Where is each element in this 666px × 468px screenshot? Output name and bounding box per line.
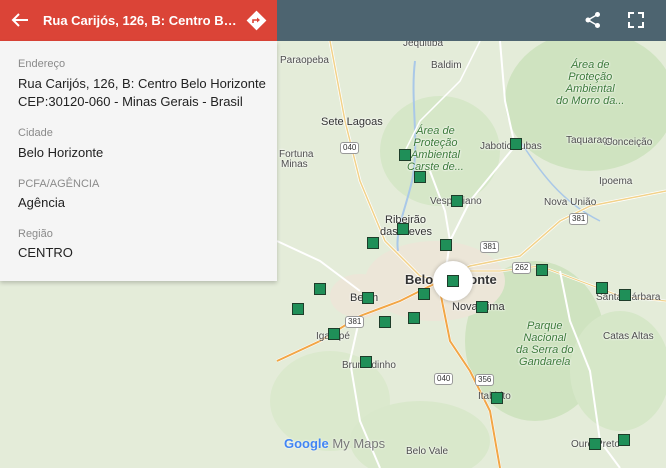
city-label: Cidade <box>18 127 53 139</box>
map-toolbar <box>277 0 666 41</box>
google-logo: Google <box>284 436 329 451</box>
type-value: Agência <box>18 195 65 210</box>
region-value: CENTRO <box>18 245 73 260</box>
road-sign: 262 <box>512 262 532 274</box>
place-label: Baldim <box>431 60 462 71</box>
map-marker[interactable] <box>440 239 452 251</box>
details-panel: Rua Carijós, 126, B: Centro Belo Horizon… <box>0 0 277 468</box>
road-sign: 381 <box>569 213 589 225</box>
road-sign: 040 <box>434 373 454 385</box>
place-label: Jequitibá <box>403 41 444 49</box>
region-label: Região <box>18 228 53 240</box>
map-marker[interactable] <box>362 292 374 304</box>
map-marker[interactable] <box>414 171 426 183</box>
map-marker[interactable] <box>360 356 372 368</box>
park-label: Parque Nacional da Serra do Gandarela <box>516 320 574 368</box>
map-marker[interactable] <box>397 223 409 235</box>
map-marker[interactable] <box>292 303 304 315</box>
map-marker[interactable] <box>596 282 608 294</box>
share-icon[interactable] <box>583 10 603 30</box>
map-marker[interactable] <box>619 289 631 301</box>
map-marker[interactable] <box>399 149 411 161</box>
map-marker[interactable] <box>618 434 630 446</box>
map-marker[interactable] <box>510 138 522 150</box>
map-marker-selected[interactable] <box>447 275 459 287</box>
place-label: Ipoema <box>599 176 633 187</box>
address-line-1: Rua Carijós, 126, B: Centro Belo Horizon… <box>18 76 266 91</box>
map-marker[interactable] <box>328 328 340 340</box>
map-marker[interactable] <box>367 237 379 249</box>
map-marker[interactable] <box>536 264 548 276</box>
arrow-back-icon[interactable] <box>10 10 30 30</box>
park-label: Área de Proteção Ambiental do Morro da... <box>556 59 625 107</box>
map-marker[interactable] <box>418 288 430 300</box>
place-label: Belo Vale <box>406 446 449 457</box>
panel-body: Endereço Rua Carijós, 126, B: Centro Bel… <box>0 41 277 281</box>
map-attribution: Google My Maps <box>284 436 385 451</box>
mymaps-logo: My Maps <box>332 436 386 451</box>
park-label: Área de Proteção Ambiental Carste de... <box>407 125 464 173</box>
map-marker[interactable] <box>379 316 391 328</box>
place-label: Paraopeba <box>280 55 329 66</box>
directions-icon[interactable] <box>246 10 267 31</box>
panel-title: Rua Carijós, 126, B: Centro Belo Horizon… <box>43 13 238 28</box>
road-sign: 381 <box>480 241 500 253</box>
place-label: Conceição <box>605 137 653 148</box>
road-sign: 040 <box>340 142 360 154</box>
type-label: PCFA/AGÊNCIA <box>18 178 100 190</box>
map-marker[interactable] <box>451 195 463 207</box>
panel-header: Rua Carijós, 126, B: Centro Belo Horizon… <box>0 0 277 41</box>
map-marker[interactable] <box>589 438 601 450</box>
map-marker[interactable] <box>408 312 420 324</box>
map-marker[interactable] <box>314 283 326 295</box>
place-label: Nova União <box>544 197 597 208</box>
map-marker[interactable] <box>491 392 503 404</box>
city-value: Belo Horizonte <box>18 145 104 160</box>
place-label: Minas <box>281 159 308 170</box>
address-line-2: CEP:30120-060 - Minas Gerais - Brasil <box>18 94 243 109</box>
fullscreen-icon[interactable] <box>626 10 646 30</box>
place-label: Catas Altas <box>603 331 654 342</box>
address-label: Endereço <box>18 58 66 70</box>
road-sign: 381 <box>345 316 365 328</box>
road-sign: 356 <box>475 374 495 386</box>
map-marker[interactable] <box>476 301 488 313</box>
place-label: Sete Lagoas <box>321 116 383 128</box>
